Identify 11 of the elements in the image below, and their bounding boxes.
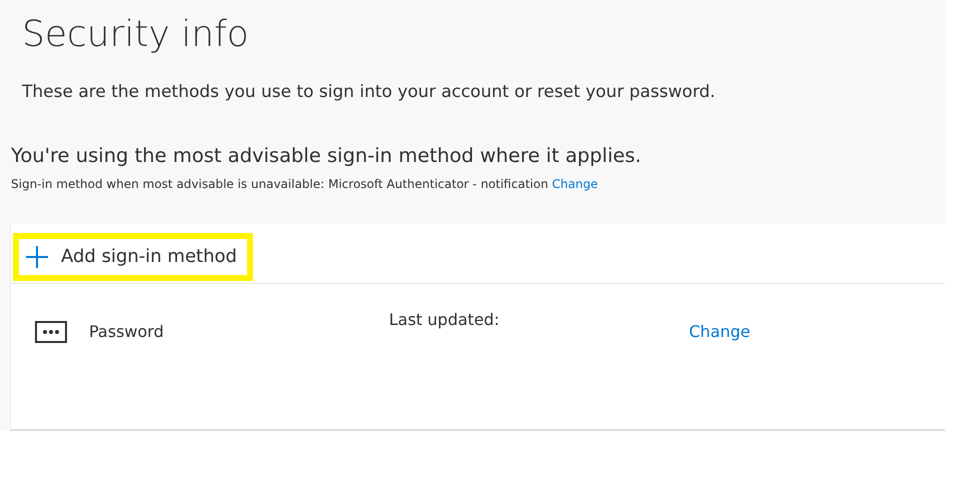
change-link[interactable]: Change xyxy=(552,176,598,190)
page-description: These are the methods you use to sign into your account or reset your password. xyxy=(22,81,716,104)
add-method-button[interactable]: Add sign-in method xyxy=(13,232,253,280)
method-name: Password xyxy=(89,320,165,342)
default-method-heading: You're using the most advisable sign-in method where it applies. xyxy=(11,142,642,168)
password-icon xyxy=(35,320,67,342)
page-title: Security info xyxy=(22,13,250,57)
last-updated-label: Last updated: xyxy=(389,308,500,330)
change-link[interactable]: Change xyxy=(689,320,750,344)
default-method-detail: Sign-in method when most advisable is unavailable: Microsoft Authenticator - notification Change xyxy=(11,176,599,192)
plus-icon xyxy=(25,244,49,268)
